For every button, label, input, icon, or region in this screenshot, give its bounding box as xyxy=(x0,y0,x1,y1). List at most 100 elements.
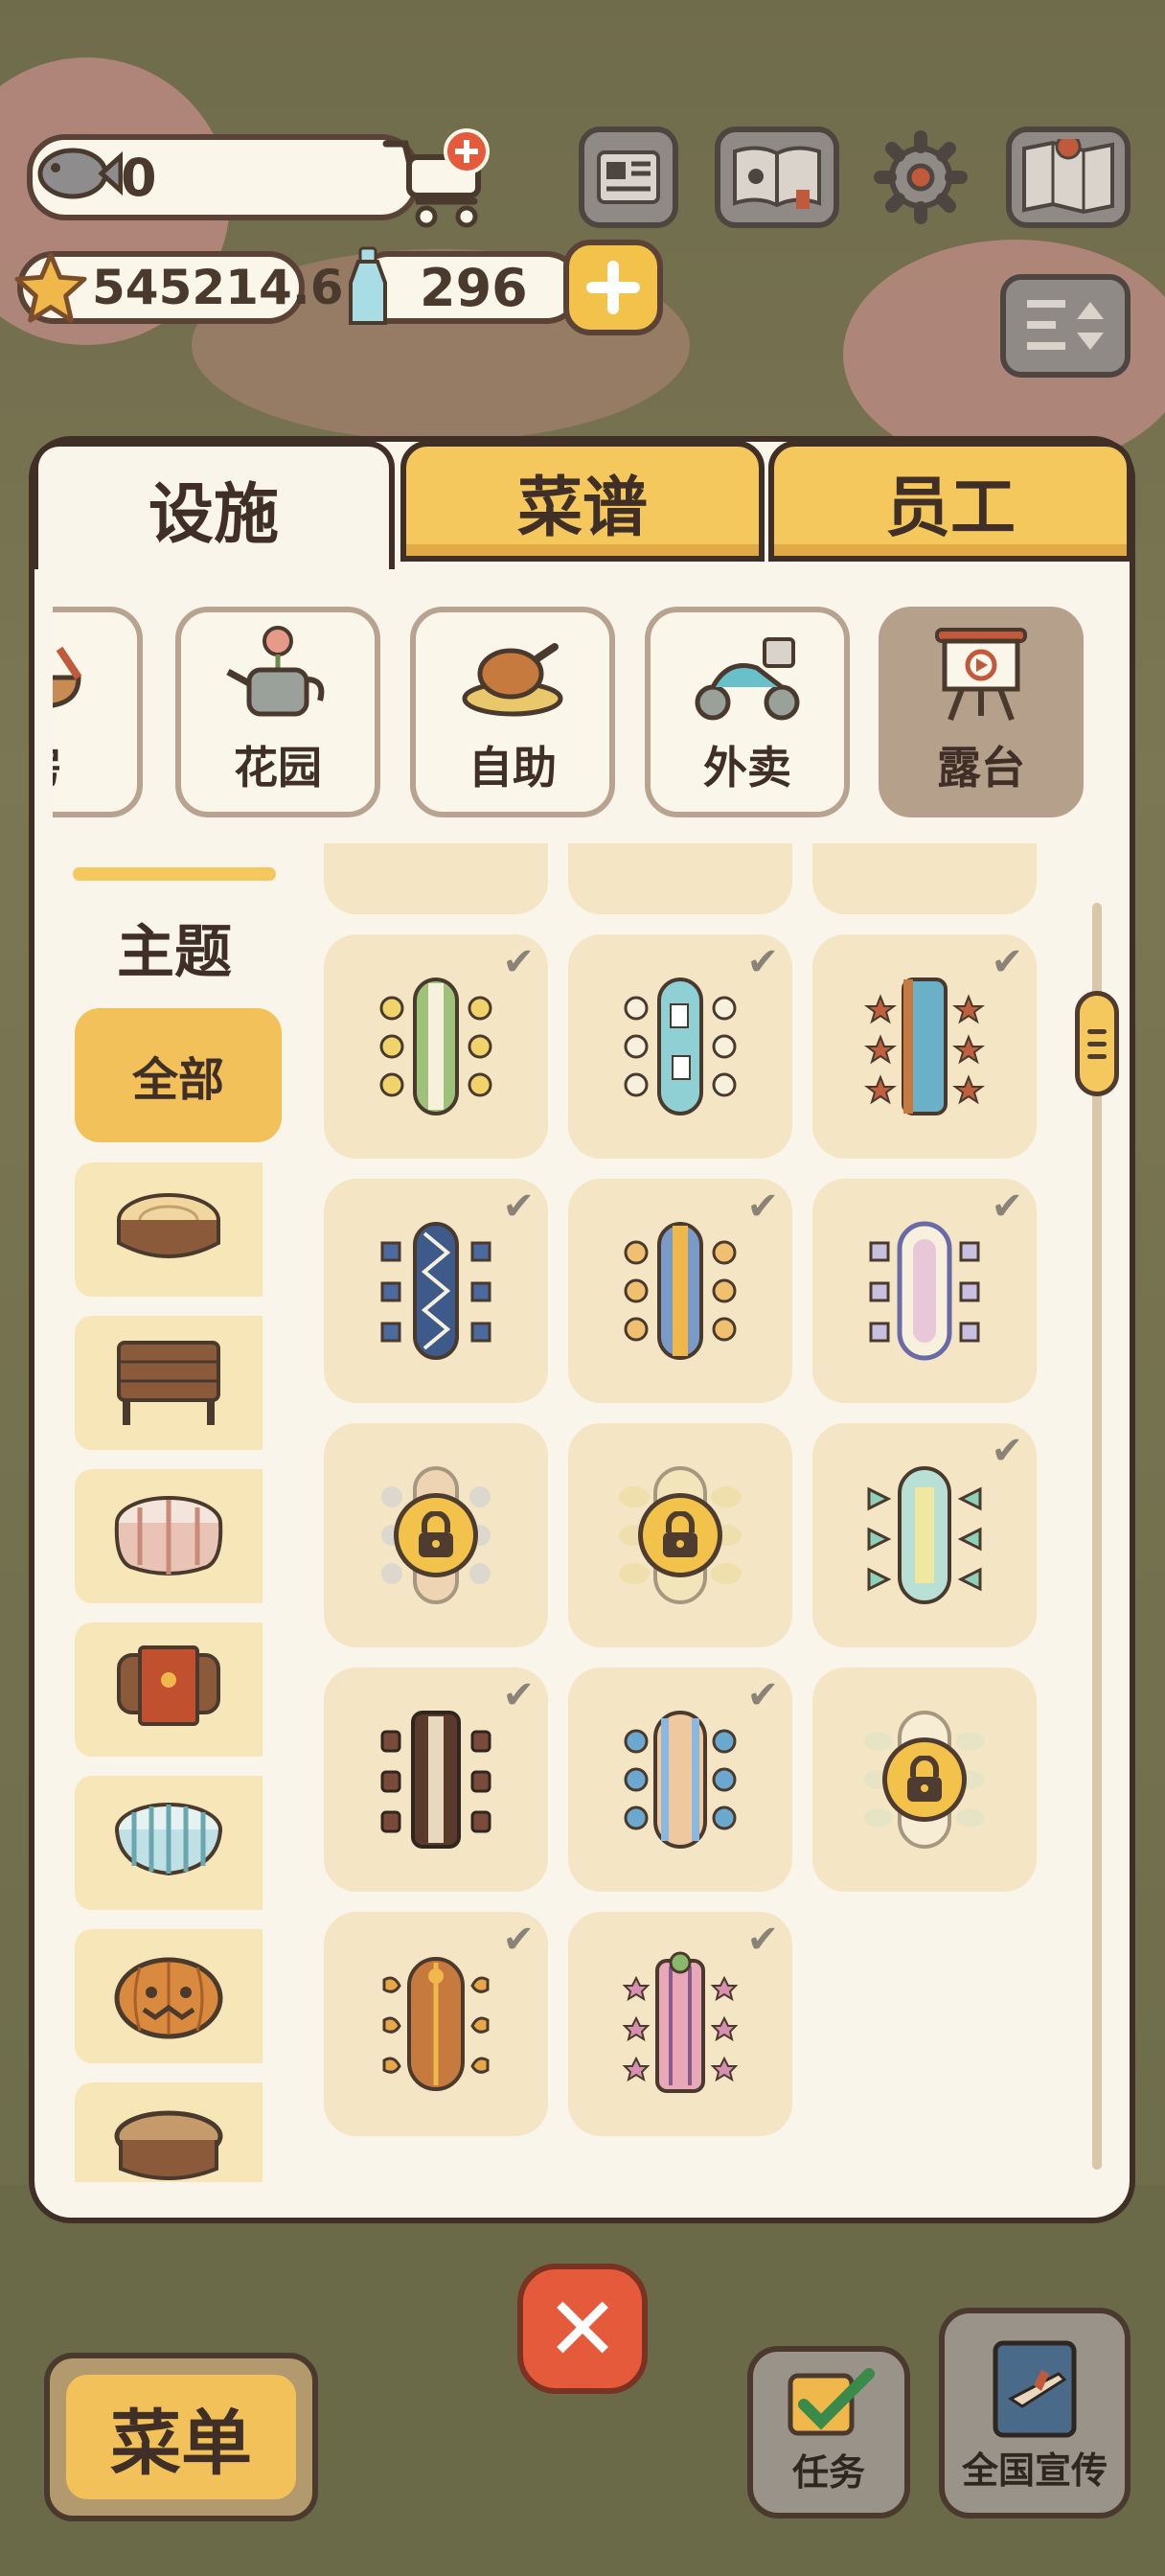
lock-icon xyxy=(882,1737,967,1822)
theme-list[interactable] xyxy=(57,1155,287,2182)
category-garden[interactable]: 花园 xyxy=(175,607,380,817)
starfish-ocean-table-icon xyxy=(864,978,985,1116)
table-card[interactable]: ✔ xyxy=(812,1423,1037,1647)
table-card[interactable]: ✔ xyxy=(324,934,548,1159)
close-button[interactable]: ✕ xyxy=(517,2264,648,2394)
category-label: 自助 xyxy=(468,742,557,794)
paw-rug-table-icon xyxy=(117,1645,220,1726)
newspaper-icon xyxy=(597,150,660,204)
gear-icon xyxy=(874,130,968,224)
category-label: 花园 xyxy=(234,742,322,794)
round-wood-table-icon xyxy=(114,2110,223,2180)
sidebar-divider xyxy=(73,867,276,881)
category-strip[interactable]: 房 花园 自助 外卖 露台 xyxy=(53,594,1126,834)
lavender-frame-table-icon xyxy=(869,1221,980,1361)
pumpkin-icon xyxy=(114,1957,223,2039)
table-card[interactable]: ✔ xyxy=(324,1179,548,1403)
peach-sky-table-icon xyxy=(624,1711,737,1849)
table-grid[interactable]: ✔ ✔ ✔ ✔ ✔ ✔ ✔ ✔ ✔ ✔ ✔ xyxy=(316,843,1044,2180)
settings-button[interactable] xyxy=(870,126,971,228)
table-card[interactable]: ✔ xyxy=(324,1668,548,1892)
table-card[interactable]: ✔ xyxy=(812,1179,1037,1403)
kitchen-icon xyxy=(53,646,82,708)
mint-bow-table-icon xyxy=(867,1466,982,1604)
navy-lattice-table-icon xyxy=(380,1222,491,1360)
owned-check-icon: ✔ xyxy=(502,1673,535,1717)
honey-stripe-table-icon xyxy=(624,1222,737,1360)
category-label: 外卖 xyxy=(703,742,791,794)
owned-check-icon: ✔ xyxy=(746,1918,779,1962)
theme-wood-stump[interactable] xyxy=(75,1162,263,1297)
lock-icon xyxy=(638,1493,722,1577)
national-promo-button[interactable]: 全国宣传 xyxy=(939,2308,1131,2518)
watering-can-icon xyxy=(226,626,325,717)
wood-crate-icon xyxy=(117,1341,220,1425)
shop-cart-icon[interactable] xyxy=(378,125,493,230)
table-card[interactable]: ✔ xyxy=(324,1912,548,2136)
table-card[interactable]: ✔ xyxy=(568,1179,792,1403)
table-card[interactable]: ✔ xyxy=(568,1912,792,2136)
owned-check-icon: ✔ xyxy=(746,1673,779,1717)
table-card-partial[interactable] xyxy=(568,843,792,914)
theme-wood-crate[interactable] xyxy=(75,1316,263,1450)
tab-staff[interactable]: 员工 xyxy=(768,441,1132,562)
easel-icon xyxy=(935,628,1027,722)
scooter-icon xyxy=(695,637,800,721)
wood-stump-icon xyxy=(117,1193,220,1258)
owned-check-icon: ✔ xyxy=(502,940,535,984)
dark-wood-table-icon xyxy=(380,1711,491,1849)
menu-label: 菜单 xyxy=(110,2402,252,2485)
category-terrace[interactable]: 露台 xyxy=(879,607,1084,817)
table-card[interactable]: ✔ xyxy=(568,1668,792,1892)
bottle-icon xyxy=(349,246,387,325)
table-card-partial[interactable] xyxy=(324,843,548,914)
table-card-locked[interactable] xyxy=(568,1423,792,1647)
table-card[interactable]: ✔ xyxy=(812,934,1037,1159)
playing-cards-table-icon xyxy=(624,978,737,1116)
striped-table-icon xyxy=(115,1803,222,1876)
table-card-partial[interactable] xyxy=(812,843,1037,914)
table-card[interactable]: ✔ xyxy=(568,934,792,1159)
theme-all-label: 全部 xyxy=(131,1053,224,1107)
tab-facilities[interactable]: 设施 xyxy=(33,441,395,569)
book-paw-icon xyxy=(733,146,821,209)
plus-icon xyxy=(586,261,640,314)
theme-gingham[interactable] xyxy=(75,1469,263,1603)
recipe-book-button[interactable] xyxy=(715,126,839,228)
fish-icon xyxy=(37,148,123,199)
tab-label: 菜谱 xyxy=(516,470,648,546)
tab-label: 设施 xyxy=(148,476,279,553)
theme-round-wood[interactable] xyxy=(75,2082,263,2182)
scrollbar-thumb[interactable] xyxy=(1075,991,1119,1096)
roast-chicken-icon xyxy=(462,643,563,717)
close-icon: ✕ xyxy=(545,2277,620,2380)
star-count: 545214.6 xyxy=(92,260,344,315)
bottle-count: 296 xyxy=(420,257,528,318)
sakura-pink-table-icon xyxy=(622,1951,739,2093)
fish-count: 0 xyxy=(121,147,157,208)
sort-icon xyxy=(1027,300,1104,350)
owned-check-icon: ✔ xyxy=(746,1184,779,1229)
category-buffet[interactable]: 自助 xyxy=(410,607,615,817)
guitar-wood-table-icon xyxy=(382,1957,490,2091)
theme-paw-rug[interactable] xyxy=(75,1622,263,1757)
category-kitchen[interactable]: 房 xyxy=(53,607,143,817)
newspaper-button[interactable] xyxy=(579,126,678,228)
menu-button[interactable]: 菜单 xyxy=(44,2353,318,2521)
category-delivery[interactable]: 外卖 xyxy=(645,607,850,817)
tab-recipes[interactable]: 菜谱 xyxy=(400,441,765,562)
tasks-label: 任务 xyxy=(791,2451,865,2494)
theme-all-button[interactable]: 全部 xyxy=(75,1008,282,1142)
category-label: 房 xyxy=(53,733,62,796)
add-bottle-button[interactable] xyxy=(563,240,663,335)
map-button[interactable] xyxy=(1006,126,1131,228)
theme-striped[interactable] xyxy=(75,1776,263,1910)
tasks-button[interactable]: 任务 xyxy=(747,2346,910,2518)
table-card-locked[interactable] xyxy=(324,1423,548,1647)
theme-title: 主题 xyxy=(117,919,232,986)
theme-pumpkin[interactable] xyxy=(75,1929,263,2063)
promo-label: 全国宣传 xyxy=(961,2450,1108,2492)
sort-toggle-button[interactable] xyxy=(1000,274,1131,378)
table-card-locked[interactable] xyxy=(812,1668,1037,1892)
lock-icon xyxy=(394,1493,478,1577)
